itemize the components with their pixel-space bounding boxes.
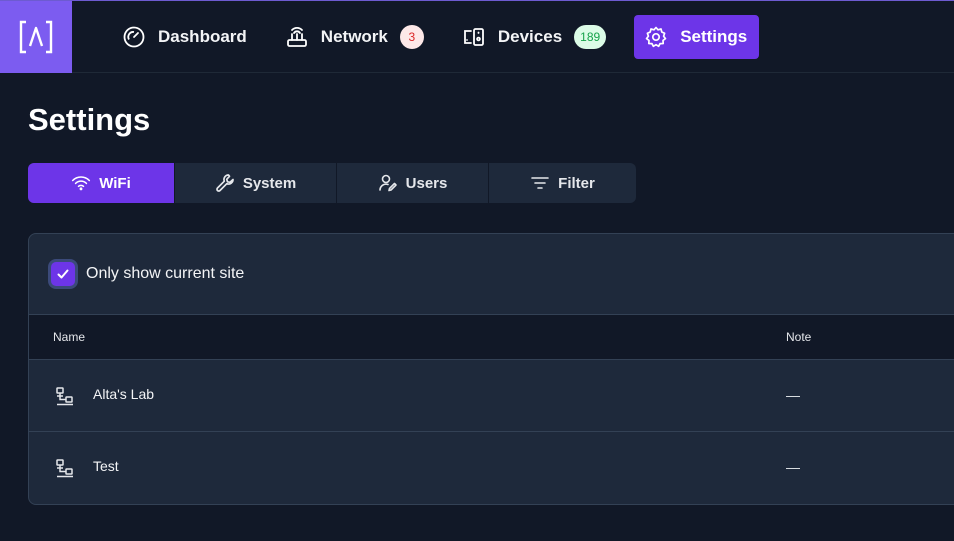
tab-label: System <box>242 174 297 192</box>
tab-wifi[interactable]: WiFi <box>28 163 175 203</box>
tab-filter[interactable]: Filter <box>489 163 636 203</box>
network-topology-icon <box>55 458 75 478</box>
nav-item-label: Network <box>320 27 388 46</box>
gear-icon <box>644 25 668 49</box>
app-logo[interactable] <box>0 1 72 73</box>
row-name: Test <box>93 458 119 474</box>
checkmark-icon <box>57 269 69 279</box>
column-header-note[interactable]: Note <box>786 330 811 344</box>
nav-item-label: Dashboard <box>158 27 247 46</box>
nav-item-label: Settings <box>680 27 748 46</box>
row-note: — <box>786 459 800 475</box>
wifi-card: Only show current site Name Note Alta's … <box>28 233 954 505</box>
table-row[interactable]: Alta's Lab — <box>29 360 954 432</box>
tab-system[interactable]: System <box>175 163 337 203</box>
wifi-icon <box>71 173 91 193</box>
tab-label: Users <box>405 174 448 192</box>
nav-item-label: Devices <box>497 27 563 46</box>
devices-icon <box>462 25 486 49</box>
nav-item-devices[interactable]: Devices 189 <box>452 15 618 59</box>
top-navigation-bar: Dashboard Network 3 Devices 189 Settings <box>0 0 954 73</box>
column-header-name[interactable]: Name <box>53 330 85 344</box>
filter-icon <box>530 173 550 193</box>
nav-item-settings[interactable]: Settings <box>634 15 760 59</box>
router-icon <box>285 25 309 49</box>
nav-item-network[interactable]: Network 3 <box>275 15 436 59</box>
row-note: — <box>786 387 800 403</box>
main-nav: Dashboard Network 3 Devices 189 Settings <box>112 15 775 59</box>
settings-tabs: WiFi System Users Filter <box>28 163 636 203</box>
speedometer-icon <box>122 25 146 49</box>
tab-label: WiFi <box>99 174 131 192</box>
tab-label: Filter <box>558 174 595 192</box>
devices-count-badge: 189 <box>574 25 607 49</box>
page-title: Settings <box>28 102 151 137</box>
current-site-checkbox[interactable] <box>51 262 75 286</box>
table-row[interactable]: Test — <box>29 432 954 504</box>
table-header: Name Note <box>29 315 954 360</box>
network-topology-icon <box>55 386 75 406</box>
tab-users[interactable]: Users <box>337 163 489 203</box>
row-name: Alta's Lab <box>93 386 155 402</box>
user-edit-icon <box>378 173 398 193</box>
current-site-label[interactable]: Only show current site <box>86 265 244 283</box>
nav-item-dashboard[interactable]: Dashboard <box>112 15 259 59</box>
wrench-icon <box>215 173 235 193</box>
network-count-badge: 3 <box>399 25 424 49</box>
logo-bracket-icon <box>19 20 53 54</box>
site-filter-row: Only show current site <box>29 234 954 315</box>
